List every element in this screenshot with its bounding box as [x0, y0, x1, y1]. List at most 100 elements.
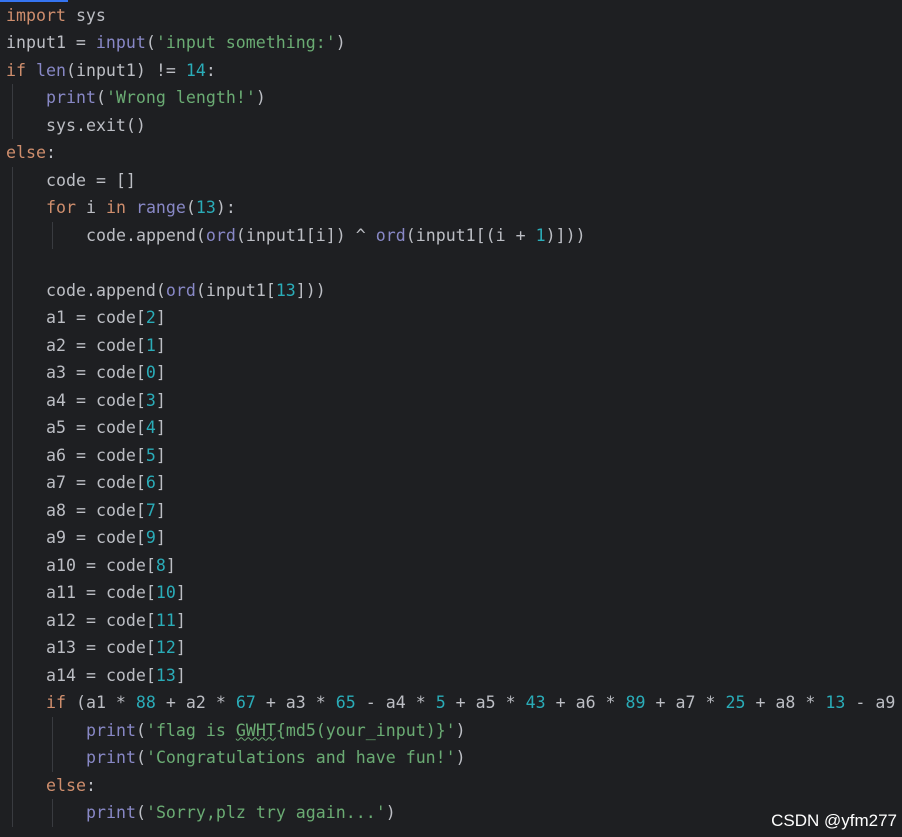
code-line[interactable]: print('Congratulations and have fun!'): [86, 744, 466, 772]
code-line[interactable]: a14 = code[13]: [46, 662, 186, 690]
code-token: input1 =: [6, 33, 96, 52]
code-token: 11: [155, 610, 176, 630]
code-token: ord: [375, 225, 406, 245]
code-token: 88: [135, 693, 156, 712]
code-token: GWHT: [235, 720, 276, 740]
code-token: for: [46, 198, 76, 217]
code-token: 1: [535, 225, 546, 245]
code-token: range: [135, 198, 186, 217]
code-token: {md5(your_input)}': [275, 720, 456, 740]
code-token: ]: [155, 363, 166, 382]
code-token: 13: [825, 693, 846, 712]
code-token: a6 = code[: [46, 445, 146, 465]
code-token: print: [86, 720, 136, 740]
code-token: (: [145, 33, 156, 52]
code-token: + a8 *: [745, 693, 826, 712]
code-token: ]: [175, 665, 186, 685]
code-line[interactable]: input1 = input('input something:'): [6, 29, 346, 57]
code-token: ]: [155, 473, 166, 492]
code-token: 'flag is: [145, 720, 236, 740]
code-token: 2: [145, 308, 156, 327]
code-token: ): [385, 803, 396, 822]
watermark: CSDN @yfm277: [771, 811, 897, 830]
code-token: + a5 *: [445, 693, 526, 712]
code-token: ]: [155, 418, 166, 437]
code-token: a14 = code[: [46, 665, 156, 685]
code-token: code.append(: [46, 280, 166, 300]
code-line[interactable]: a1 = code[2]: [46, 304, 166, 332]
code-token: 5: [435, 693, 446, 712]
code-token: (: [135, 748, 146, 767]
code-line[interactable]: a7 = code[6]: [46, 469, 166, 497]
code-token: a5 = code[: [46, 418, 146, 437]
code-line[interactable]: for i in range(13):: [46, 194, 236, 222]
code-token: else: [6, 143, 46, 162]
code-token: print: [86, 803, 136, 822]
code-token: a8 = code[: [46, 500, 146, 520]
code-line[interactable]: else:: [46, 772, 96, 800]
code-line[interactable]: a4 = code[3]: [46, 387, 166, 415]
code-token: + a6 *: [545, 693, 626, 712]
code-token: - a4 *: [355, 693, 436, 712]
code-line[interactable]: else:: [6, 139, 56, 167]
code-token: print: [86, 748, 136, 767]
code-token: if: [46, 693, 66, 712]
code-line[interactable]: a9 = code[9]: [46, 524, 166, 552]
code-token: ): [255, 88, 266, 107]
code-token: ):: [215, 198, 236, 217]
code-line[interactable]: if (a1 * 88 + a2 * 67 + a3 * 65 - a4 * 5…: [46, 689, 895, 717]
code-line[interactable]: code.append(ord(input1[13])): [46, 277, 326, 305]
code-token: ]: [155, 445, 166, 465]
code-line[interactable]: a6 = code[5]: [46, 442, 166, 470]
code-token: a13 = code[: [46, 638, 156, 657]
code-line[interactable]: a13 = code[12]: [46, 634, 186, 662]
code-line[interactable]: print('Wrong length!'): [46, 84, 266, 112]
code-token: + a2 *: [155, 693, 236, 712]
code-token: 'Sorry,plz try again...': [145, 803, 386, 822]
code-token: len: [35, 60, 66, 80]
code-line[interactable]: a10 = code[8]: [46, 552, 176, 580]
code-line[interactable]: a12 = code[11]: [46, 607, 186, 635]
code-line[interactable]: print('flag is GWHT{md5(your_input)}'): [86, 717, 466, 745]
code-token: ord: [205, 225, 236, 245]
code-token: 8: [155, 555, 166, 575]
code-token: a10 = code[: [46, 555, 156, 575]
code-token: (: [135, 803, 146, 822]
code-token: - a9: [845, 693, 896, 712]
code-token: a12 = code[: [46, 610, 156, 630]
code-token: print: [46, 88, 96, 107]
code-token: 89: [625, 693, 646, 712]
code-editor[interactable]: import sys input1 = input('input somethin…: [0, 0, 902, 837]
code-token: + a7 *: [645, 693, 726, 712]
code-line[interactable]: a5 = code[4]: [46, 414, 166, 442]
code-token: ]: [155, 500, 166, 520]
code-token: (input1[i]) ^: [235, 225, 376, 245]
code-line[interactable]: print('Sorry,plz try again...'): [86, 799, 396, 827]
code-line[interactable]: sys.exit(): [46, 112, 146, 140]
code-token: code = []: [46, 170, 136, 190]
code-token: 5: [145, 445, 156, 465]
code-line[interactable]: a3 = code[0]: [46, 359, 166, 387]
code-line[interactable]: a11 = code[10]: [46, 579, 186, 607]
code-token: in: [105, 198, 126, 217]
code-token: ]: [155, 308, 166, 327]
indent-guide: [52, 716, 53, 772]
code-line[interactable]: code.append(ord(input1[i]) ^ ord(input1[…: [86, 222, 586, 250]
code-token: a2 = code[: [46, 335, 146, 355]
code-token: ]: [155, 528, 166, 547]
code-token: 25: [725, 693, 746, 712]
code-line[interactable]: code = []: [46, 167, 136, 195]
code-token: ): [335, 33, 346, 52]
code-token: a11 = code[: [46, 583, 156, 602]
code-line[interactable]: a2 = code[1]: [46, 332, 166, 360]
code-line[interactable]: a8 = code[7]: [46, 497, 166, 525]
code-line[interactable]: if len(input1) != 14:: [6, 57, 216, 85]
code-token: ): [455, 748, 466, 767]
code-token: ]: [155, 335, 166, 355]
code-token: 6: [145, 473, 156, 492]
code-token: (input1[: [195, 280, 276, 300]
code-token: :: [205, 60, 216, 80]
code-line[interactable]: import sys: [6, 2, 106, 30]
indent-guide: [12, 84, 13, 139]
code-token: 'input something:': [155, 33, 336, 52]
